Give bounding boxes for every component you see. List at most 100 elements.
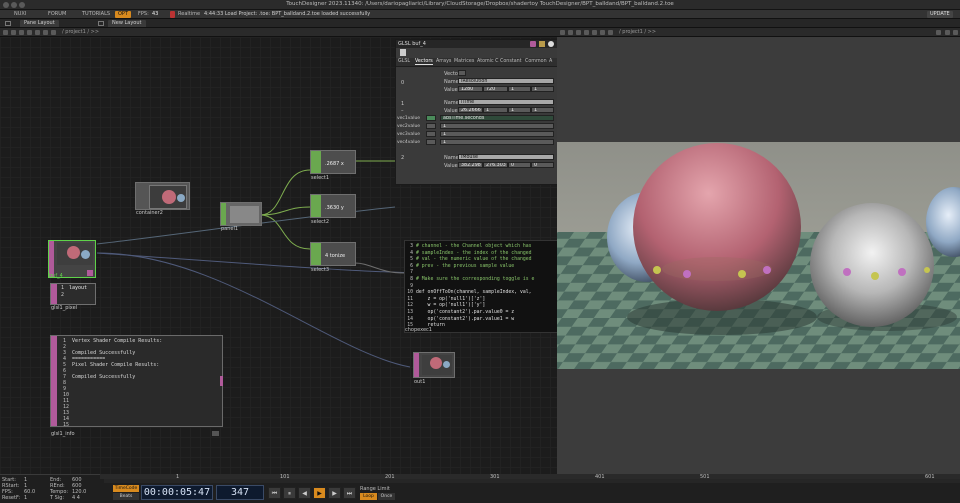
code-line[interactable]: 5 # val - the numeric value of the change… xyxy=(405,257,531,262)
panel1-node[interactable]: panel1 xyxy=(220,202,262,234)
expr-toggle[interactable] xyxy=(426,123,436,129)
forward-button[interactable]: ⏭ xyxy=(343,487,356,499)
uniform-name-field[interactable]: iResolution xyxy=(458,78,554,84)
path-breadcrumb[interactable]: / project1 / >> xyxy=(62,28,99,37)
loop-toggle[interactable]: Loop xyxy=(360,493,377,500)
expression-field[interactable]: absTime.seconds xyxy=(440,115,554,121)
value-field[interactable]: 0 xyxy=(531,162,554,168)
step-back-button[interactable]: ◀ xyxy=(298,487,311,499)
code-line[interactable]: 12 w = op('null1')['y'] xyxy=(405,303,485,308)
tab-new-layout[interactable]: New Layout xyxy=(108,20,146,27)
value-field[interactable]: 1 xyxy=(531,86,554,92)
tab-more[interactable]: A xyxy=(549,59,552,64)
out1-node[interactable]: out1 xyxy=(413,352,455,386)
menu-icon[interactable] xyxy=(936,30,941,35)
realtime-label[interactable]: Realtime xyxy=(178,11,200,17)
menu-nuxi[interactable]: NUXI xyxy=(14,11,26,17)
beats-toggle[interactable]: Beats xyxy=(113,493,139,500)
resize-handle[interactable] xyxy=(212,431,219,436)
minus-icon[interactable]: – xyxy=(401,108,404,114)
value-field[interactable]: 720 xyxy=(483,86,508,92)
chopexec-code-editor[interactable]: 3 # channel - the Channel object which ha… xyxy=(404,240,558,333)
home-icon[interactable] xyxy=(576,30,581,35)
select3-node[interactable]: 4 tonize select3 xyxy=(310,242,356,276)
update-button[interactable]: UPDATE xyxy=(927,11,953,18)
code-line[interactable]: 8 # Make sure the corresponding toggle is… xyxy=(405,277,534,282)
view-icon[interactable] xyxy=(584,30,589,35)
parameter-dialog[interactable]: GLSL buf_4 GLSL Vectors Arrays Matrices … xyxy=(395,39,558,185)
buf4-node[interactable]: buf_4 xyxy=(48,240,98,284)
pane-icon[interactable] xyxy=(98,21,104,26)
value-field[interactable]: 1 xyxy=(483,107,508,113)
network-icon[interactable] xyxy=(27,30,32,35)
value-field[interactable]: 1280 xyxy=(458,86,483,92)
frame-display[interactable]: 347 xyxy=(216,485,264,500)
forward-icon[interactable] xyxy=(11,30,16,35)
rewind-button[interactable]: ⏮ xyxy=(268,487,281,499)
select2-node[interactable]: .3630 y select2 xyxy=(310,194,356,228)
glsl-pixel-node[interactable]: 1 2 layout glsl1_pixel xyxy=(50,283,96,311)
timeline-track[interactable] xyxy=(104,479,960,483)
panel-icon[interactable] xyxy=(592,30,597,35)
tab-vectors[interactable]: Vectors xyxy=(415,59,433,65)
help-icon[interactable] xyxy=(548,41,554,47)
scrollbar[interactable] xyxy=(220,376,223,386)
reset-value[interactable]: 1 xyxy=(24,495,27,501)
value-field[interactable]: 26.2666 xyxy=(458,107,483,113)
value-field[interactable]: 0 xyxy=(508,162,531,168)
view-icon[interactable] xyxy=(35,30,40,35)
timecode-toggle[interactable]: TimeCode xyxy=(113,485,139,492)
value-field[interactable]: 1 xyxy=(531,107,554,113)
back-icon[interactable] xyxy=(560,30,565,35)
forward-icon[interactable] xyxy=(568,30,573,35)
layout-icon[interactable] xyxy=(608,30,613,35)
tab-arrays[interactable]: Arrays xyxy=(436,59,451,64)
select1-node[interactable]: .2687 x select1 xyxy=(310,150,356,184)
bookmark-icon[interactable] xyxy=(400,49,406,56)
pane-icon[interactable] xyxy=(5,21,11,26)
grid-icon[interactable] xyxy=(600,30,605,35)
code-line[interactable]: 13 op('constant2').par.value0 = z xyxy=(405,310,514,315)
tab-pane-layout[interactable]: Pane Layout xyxy=(20,20,59,27)
back-icon[interactable] xyxy=(3,30,8,35)
play-button[interactable]: ▶ xyxy=(313,487,326,499)
value-field[interactable]: 1 xyxy=(440,123,554,129)
uniform-name-field[interactable]: iTime xyxy=(458,99,554,105)
code-line[interactable]: 9 xyxy=(405,284,416,289)
code-line[interactable]: 6 # prev - the previous sample value xyxy=(405,264,514,269)
code-line[interactable]: 4 # sampleIndex - the index of the change… xyxy=(405,251,531,256)
path-breadcrumb[interactable]: / project1 / >> xyxy=(619,28,656,37)
opt-badge[interactable]: OPT xyxy=(115,11,132,18)
value-field[interactable]: 1 xyxy=(508,86,531,92)
code-line[interactable]: 14 op('constant2').par.value1 = w xyxy=(405,317,514,322)
tab-matrices[interactable]: Matrices xyxy=(454,59,474,64)
code-line[interactable]: 10 def onOffToOn(channel, sampleIndex, va… xyxy=(405,290,531,295)
panel-icon[interactable] xyxy=(43,30,48,35)
viewer-toggle-icon[interactable] xyxy=(87,270,93,276)
value-field[interactable]: 382.298 xyxy=(458,162,483,168)
value-field[interactable]: 276.303 xyxy=(483,162,508,168)
render-viewer[interactable] xyxy=(557,142,960,369)
expr-toggle[interactable] xyxy=(426,139,436,145)
tab-constant[interactable]: Constant xyxy=(500,59,522,64)
home-icon[interactable] xyxy=(19,30,24,35)
close-icon[interactable] xyxy=(953,30,958,35)
tab-glsl[interactable]: GLSL xyxy=(398,59,410,64)
grid-icon[interactable] xyxy=(51,30,56,35)
maximize-icon[interactable] xyxy=(945,30,950,35)
uniform-name-field[interactable]: iMouse xyxy=(458,154,554,160)
glsl-info-dat[interactable]: 1 Vertex Shader Compile Results: 2 3 Compile… xyxy=(50,335,223,428)
value-field[interactable]: 1 xyxy=(440,139,554,145)
settings-icon[interactable] xyxy=(539,41,545,47)
code-line[interactable]: 3 # channel - the Channel object which ha… xyxy=(405,244,531,249)
vector-toggle[interactable] xyxy=(458,70,466,76)
container2-node[interactable]: container2 xyxy=(135,182,190,216)
value-field[interactable]: 1 xyxy=(508,107,531,113)
realtime-icon[interactable] xyxy=(170,11,175,18)
once-toggle[interactable]: Once xyxy=(378,493,395,500)
expr-toggle[interactable] xyxy=(426,131,436,137)
tsig-value[interactable]: 4 4 xyxy=(72,495,80,501)
pause-button[interactable]: ⏸ xyxy=(283,487,296,499)
code-line[interactable]: 7 xyxy=(405,270,416,275)
timecode-display[interactable]: 00:00:05:47 xyxy=(141,485,213,500)
